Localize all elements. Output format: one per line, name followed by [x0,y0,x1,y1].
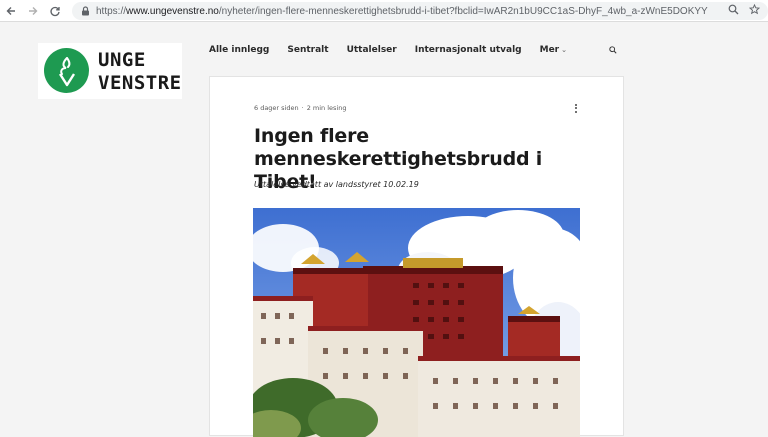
menu-item-sentralt[interactable]: Sentralt [287,45,328,55]
post-read-time: 2 min lesing [306,104,347,112]
more-dot-icon [575,110,577,113]
browser-toolbar: https://www.ungevenstre.no/nyheter/ingen… [0,0,768,22]
site-logo[interactable]: UNGE VENSTRE [38,43,182,99]
zoom-icon[interactable] [728,4,739,18]
web-page: UNGE VENSTRE Alle innlegg Sentralt Uttal… [0,23,768,437]
menu-more-label: Mer [539,45,560,55]
main-menu: Alle innlegg Sentralt Uttalelser Interna… [209,43,585,57]
post-meta: 6 dager siden · 2 min lesing [254,104,346,112]
reload-button[interactable] [44,0,66,22]
lock-icon [78,6,92,16]
url-host: www.ungevenstre.no [126,5,219,17]
url-scheme: https:// [96,5,127,17]
logo-emblem-icon [44,48,89,93]
search-icon [609,46,617,54]
url-text: https://www.ungevenstre.no/nyheter/ingen… [96,6,708,17]
menu-item-more[interactable]: Mer ⌄ [540,45,567,55]
post-date: 6 dager siden [254,104,299,112]
potala-palace-photo [253,208,580,437]
menu-item-alle-innlegg[interactable]: Alle innlegg [209,45,269,55]
menu-item-internasjonalt-utvalg[interactable]: Internasjonalt utvalg [415,45,522,55]
forward-button[interactable] [22,0,44,22]
forward-arrow-icon [29,6,38,15]
more-dot-icon [575,107,577,109]
chevron-down-icon: ⌄ [561,46,567,54]
menu-item-uttalelser[interactable]: Uttalelser [347,45,397,55]
post-image [253,208,580,437]
bookmark-star-icon[interactable] [748,3,761,18]
meta-separator: · [301,104,304,112]
url-path: /nyheter/ingen-flere-menneskerettighetsb… [218,5,708,17]
more-options-button[interactable] [571,101,581,115]
logo-wordmark: UNGE VENSTRE [98,49,182,95]
logo-line-1: UNGE [98,49,146,71]
search-button[interactable] [606,43,620,57]
more-dot-icon [575,103,577,106]
reload-icon [50,6,60,16]
address-bar[interactable]: https://www.ungevenstre.no/nyheter/ingen… [72,2,768,20]
back-arrow-icon [6,6,15,15]
back-button[interactable] [0,0,22,22]
post-subtitle: Uttalelse vedtatt av landsstyret 10.02.1… [254,180,419,189]
logo-line-2: VENSTRE [98,72,182,94]
post-card: 6 dager siden · 2 min lesing Ingen flere… [209,76,624,437]
